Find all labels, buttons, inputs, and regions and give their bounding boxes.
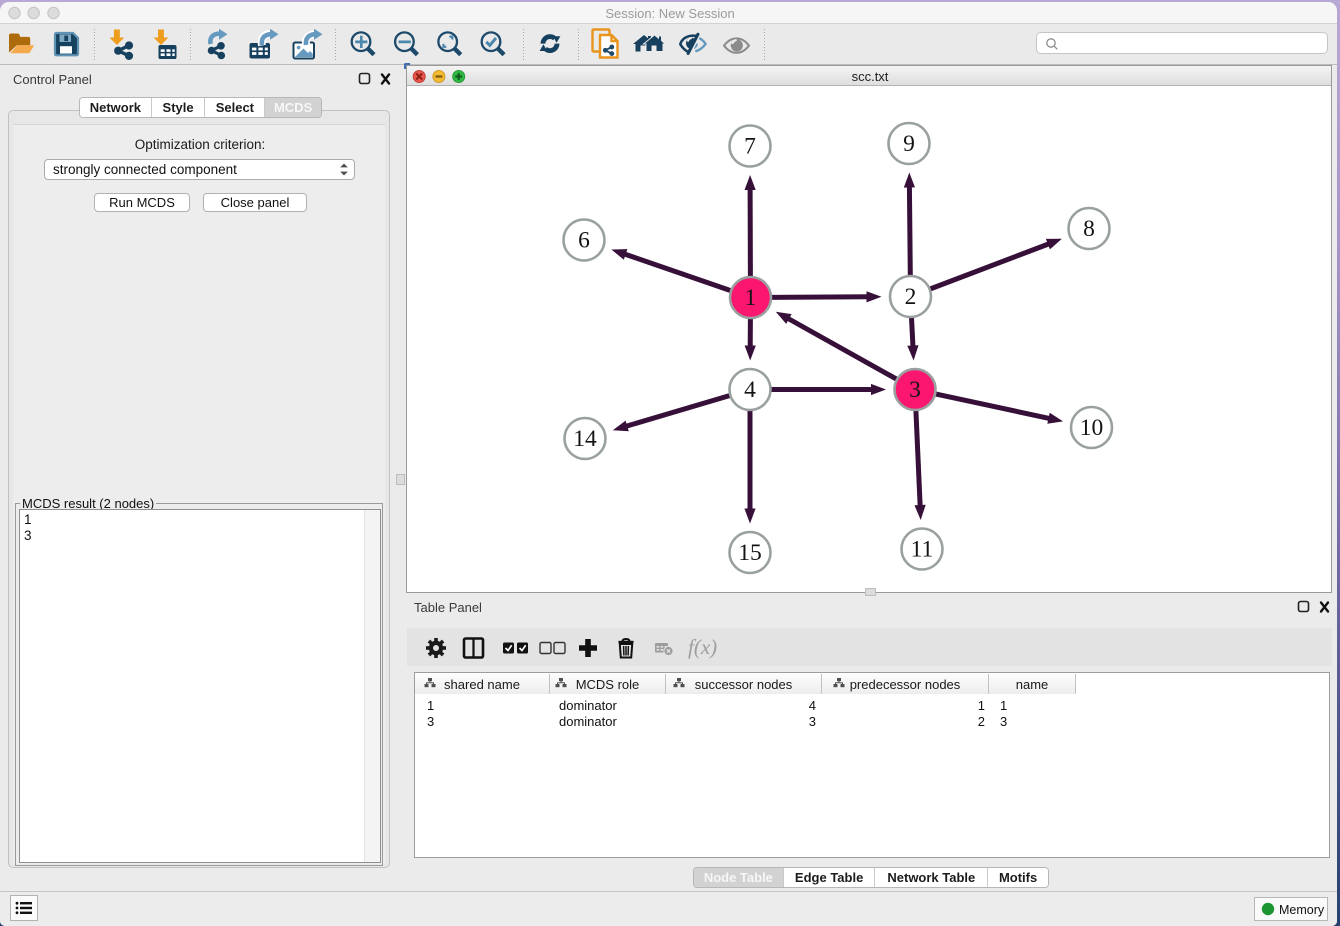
svg-text:2: 2	[905, 284, 917, 310]
svg-text:15: 15	[738, 540, 762, 566]
svg-text:4: 4	[744, 377, 756, 403]
svg-text:14: 14	[573, 426, 597, 452]
svg-text:3: 3	[909, 377, 921, 403]
svg-text:9: 9	[903, 131, 915, 157]
svg-text:7: 7	[744, 134, 756, 160]
svg-text:8: 8	[1083, 216, 1095, 242]
svg-text:1: 1	[745, 285, 757, 311]
svg-text:10: 10	[1080, 415, 1104, 441]
svg-text:f(x): f(x)	[688, 635, 717, 659]
svg-text:11: 11	[911, 537, 934, 563]
svg-text:6: 6	[578, 228, 590, 254]
